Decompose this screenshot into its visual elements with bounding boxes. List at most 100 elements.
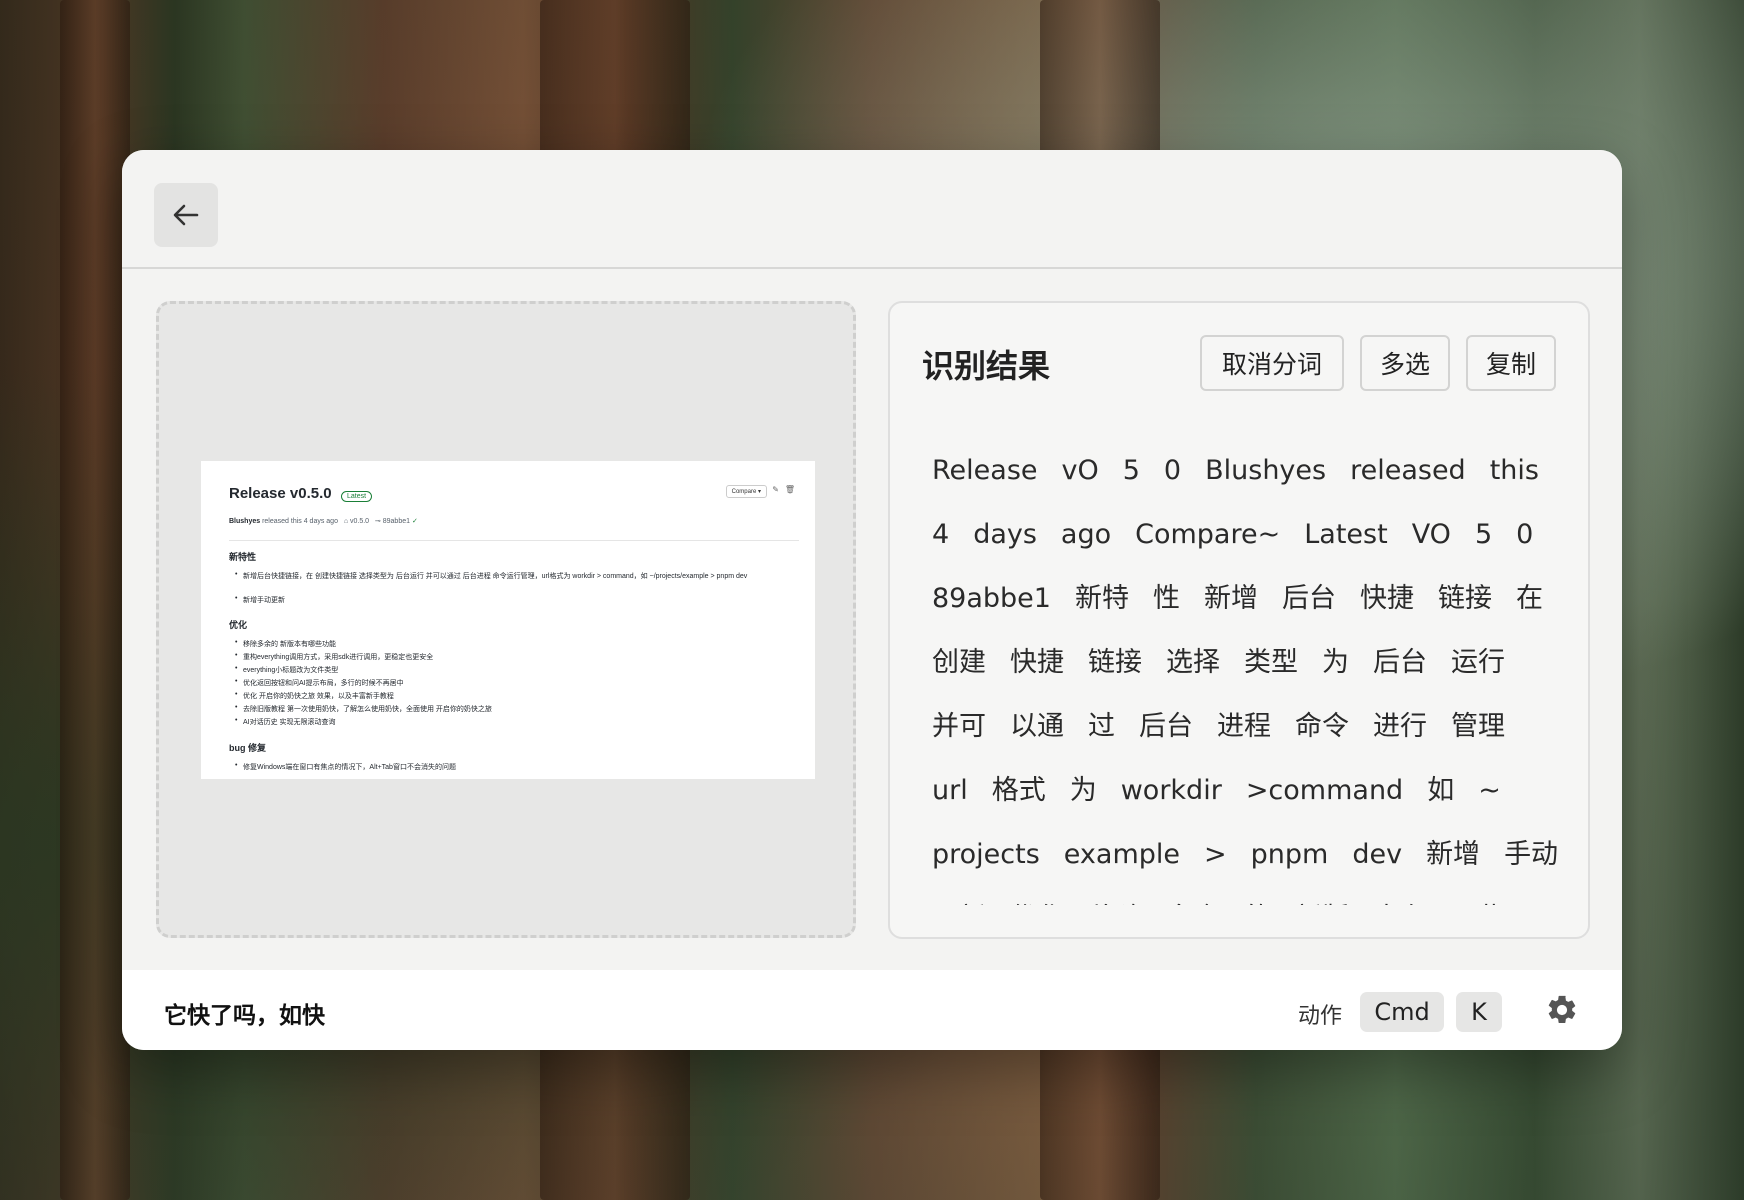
- token-chip[interactable]: 进行: [1373, 695, 1427, 759]
- list-item: 优化 开启你的奶快之旅 效果，以及丰富新手教程: [235, 691, 394, 701]
- token-chip[interactable]: 在: [1516, 567, 1543, 631]
- token-chip[interactable]: workdir: [1121, 759, 1222, 823]
- section-optimization: 优化: [229, 620, 248, 630]
- token-chip[interactable]: 哪些: [1451, 887, 1505, 905]
- token-chip[interactable]: 链接: [1438, 567, 1492, 631]
- token-chip[interactable]: 运行: [1451, 631, 1505, 695]
- token-chip[interactable]: 并可: [932, 695, 986, 759]
- list-item: 优化返回按钮和问AI提示布局，多行的时候不再居中: [235, 678, 404, 688]
- token-chip[interactable]: 管理: [1451, 695, 1505, 759]
- meta-tag: v0.5.0: [350, 518, 370, 525]
- token-chip[interactable]: 性: [1153, 567, 1180, 631]
- token-chip[interactable]: pnpm: [1251, 823, 1329, 887]
- token-chip[interactable]: 本有: [1373, 887, 1427, 905]
- compare-dropdown: Compare ▾: [725, 485, 767, 498]
- token-chip[interactable]: >command: [1246, 759, 1403, 823]
- token-chip[interactable]: 5: [1475, 503, 1492, 567]
- action-label: 动作: [1298, 1004, 1343, 1029]
- list-item: 移除多余的 新版本有哪些功能: [235, 639, 336, 649]
- token-chip[interactable]: VO: [1412, 503, 1451, 567]
- token-chip[interactable]: 后台: [1373, 631, 1427, 695]
- token-chip[interactable]: 为: [1070, 759, 1097, 823]
- status-text: 它快了吗，如快: [164, 1003, 325, 1029]
- token-chip[interactable]: Latest: [1304, 503, 1387, 567]
- cmd-key-hint[interactable]: Cmd: [1360, 992, 1444, 1032]
- token-list: Release vO 5 0 Blushyes released this 4 days ago C…: [932, 439, 1562, 905]
- token-chip[interactable]: 如: [1427, 759, 1454, 823]
- token-chip[interactable]: 进程: [1217, 695, 1271, 759]
- image-preview-pane[interactable]: Release v0.5.0 Latest Compare ▾ ✎ 🗑 Blus…: [156, 301, 856, 938]
- token-chip[interactable]: 手动: [1504, 823, 1558, 887]
- token-chip[interactable]: 快捷: [1360, 567, 1414, 631]
- token-chip[interactable]: 更新: [932, 887, 986, 905]
- pencil-icon: ✎: [772, 485, 779, 494]
- token-chip[interactable]: 0: [1516, 503, 1533, 567]
- k-key-hint[interactable]: K: [1456, 992, 1502, 1032]
- token-chip[interactable]: 新特: [1075, 567, 1129, 631]
- settings-button[interactable]: [1542, 990, 1582, 1030]
- token-chip[interactable]: example: [1064, 823, 1180, 887]
- section-bug-fix: bug 修复: [229, 743, 266, 753]
- token-chip[interactable]: 新增: [1426, 823, 1480, 887]
- token-chip[interactable]: Blushyes: [1205, 439, 1326, 503]
- token-chip[interactable]: 选择: [1166, 631, 1220, 695]
- meta-author: Blushyes: [229, 518, 261, 525]
- token-chip[interactable]: ~: [1478, 759, 1501, 823]
- meta-commit: 89abbe1: [382, 518, 411, 525]
- token-chip[interactable]: 为: [1322, 631, 1349, 695]
- token-chip[interactable]: 格式: [992, 759, 1046, 823]
- token-chip[interactable]: url: [932, 759, 968, 823]
- token-chip[interactable]: 0: [1164, 439, 1181, 503]
- list-item: 修复Windows端在窗口有焦点的情况下，Alt+Tab窗口不会消失的问题: [235, 762, 456, 772]
- token-chip[interactable]: vO: [1062, 439, 1099, 503]
- token-chip[interactable]: 命令: [1295, 695, 1349, 759]
- gear-icon: [1548, 995, 1576, 1024]
- token-chip[interactable]: released: [1350, 439, 1466, 503]
- token-chip[interactable]: projects: [932, 823, 1040, 887]
- token-chip[interactable]: Compare~: [1135, 503, 1280, 567]
- app-window: Release v0.5.0 Latest Compare ▾ ✎ 🗑 Blus…: [122, 150, 1622, 1050]
- token-chip[interactable]: days: [973, 503, 1037, 567]
- token-chip[interactable]: 过: [1088, 695, 1115, 759]
- back-button[interactable]: [154, 183, 218, 247]
- token-chip[interactable]: 创建: [932, 631, 986, 695]
- copy-button[interactable]: 复制: [1466, 335, 1556, 391]
- compare-label: Compare: [731, 489, 757, 495]
- token-chip[interactable]: 快捷: [1010, 631, 1064, 695]
- trash-icon: 🗑: [784, 485, 795, 494]
- screenshot-preview: Release v0.5.0 Latest Compare ▾ ✎ 🗑 Blus…: [201, 461, 815, 779]
- token-chip[interactable]: 多余: [1166, 887, 1220, 905]
- token-chip[interactable]: 以通: [1010, 695, 1064, 759]
- list-item: 新增后台快捷链接，在 创建快捷链接 选择类型为 后台运行 并可以通过 后台进程 …: [235, 571, 747, 581]
- token-chip[interactable]: 新增: [1204, 567, 1258, 631]
- token-chip[interactable]: this: [1490, 439, 1539, 503]
- token-chip[interactable]: 链接: [1088, 631, 1142, 695]
- token-chip[interactable]: 后台: [1282, 567, 1336, 631]
- token-chip[interactable]: 移除: [1088, 887, 1142, 905]
- multi-select-button[interactable]: 多选: [1360, 335, 1450, 391]
- token-chip[interactable]: 的: [1244, 887, 1271, 905]
- token-chip[interactable]: 4: [932, 503, 949, 567]
- token-chip[interactable]: >: [1204, 823, 1227, 887]
- token-chip[interactable]: 5: [1123, 439, 1140, 503]
- token-chip[interactable]: Release: [932, 439, 1038, 503]
- check-circle-icon: ✓: [411, 518, 418, 525]
- token-chip[interactable]: 类型: [1244, 631, 1298, 695]
- list-item: 新增手动更新: [235, 595, 285, 605]
- token-chip[interactable]: 后台: [1139, 695, 1193, 759]
- list-item: AI对话历史 实现无限滚动查询: [235, 717, 336, 727]
- ocr-result-pane: 识别结果 取消分词 多选 复制 Release vO 5 0 Blushyes relea…: [888, 301, 1590, 939]
- result-title: 识别结果: [922, 347, 1051, 385]
- token-chip[interactable]: 新版: [1295, 887, 1349, 905]
- token-chip[interactable]: 89abbe1: [932, 567, 1051, 631]
- arrow-left-icon: [173, 204, 199, 226]
- divider: [229, 540, 799, 541]
- release-title: Release v0.5.0: [229, 485, 332, 502]
- cancel-segmentation-button[interactable]: 取消分词: [1200, 335, 1344, 391]
- list-item: 去除旧版教程 第一次使用奶快，了解怎么使用奶快，全面使用 开启你的奶快之旅: [235, 704, 492, 714]
- token-chip[interactable]: ago: [1061, 503, 1111, 567]
- token-chip[interactable]: dev: [1352, 823, 1402, 887]
- commit-icon: ⊸: [374, 518, 381, 525]
- section-new-features: 新特性: [229, 552, 257, 562]
- token-chip[interactable]: 优化: [1010, 887, 1064, 905]
